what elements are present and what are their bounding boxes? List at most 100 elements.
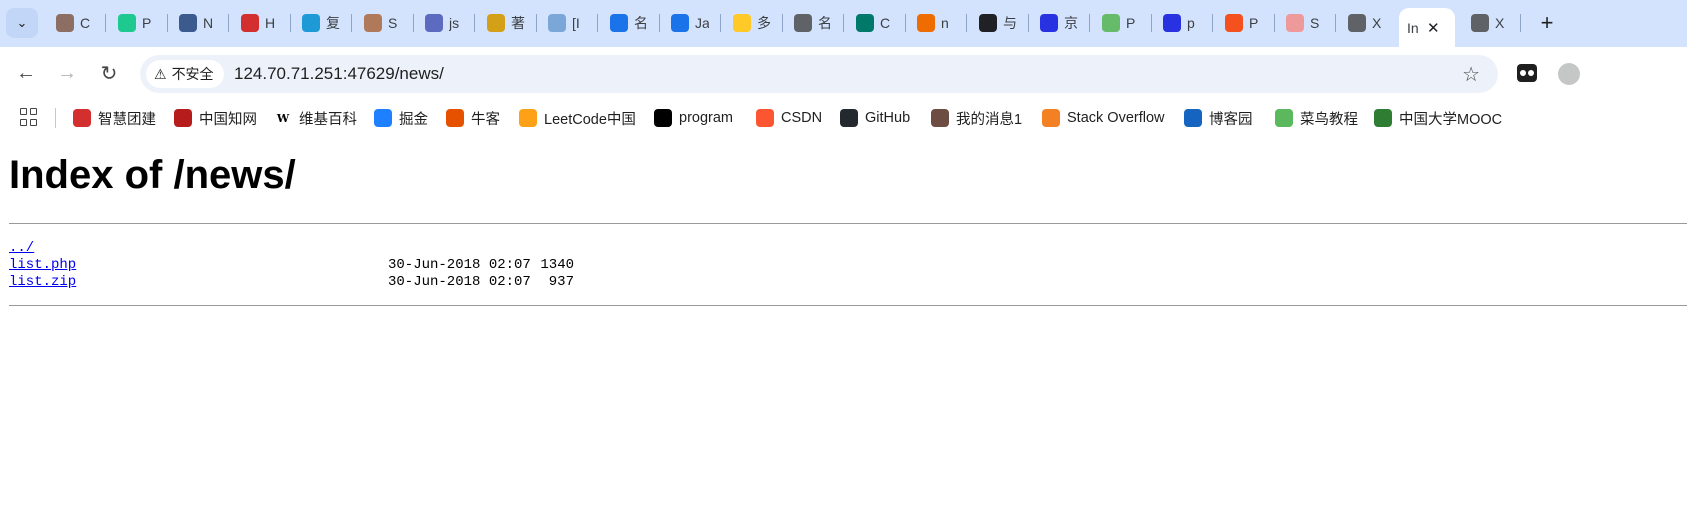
- tab-separator: [474, 14, 475, 32]
- bookmark-label: program: [679, 110, 733, 126]
- browser-tab[interactable]: P: [1217, 8, 1275, 38]
- bookmark-label: 博客园: [1209, 111, 1253, 128]
- profile-avatar[interactable]: [1558, 63, 1580, 85]
- bookmark-item[interactable]: W 维基百科: [274, 106, 357, 130]
- url-text[interactable]: 124.70.71.251:47629/news/: [234, 64, 444, 84]
- browser-tab[interactable]: C: [48, 8, 106, 38]
- bookmark-label: 菜鸟教程: [1300, 111, 1358, 128]
- browser-tab[interactable]: 多: [725, 8, 783, 38]
- tab-title: In: [1407, 19, 1419, 36]
- bookmark-label: 牛客: [471, 111, 500, 128]
- tab-title: C: [80, 15, 91, 31]
- bird-icon: [241, 14, 259, 32]
- browser-tab[interactable]: H: [233, 8, 291, 38]
- csdn-icon: [756, 109, 774, 127]
- browser-tab[interactable]: 与: [971, 8, 1029, 38]
- security-chip[interactable]: ⚠ 不安全: [146, 60, 224, 88]
- browser-toolbar: ← → ↻ ⚠ 不安全 124.70.71.251:47629/news/ ☆: [0, 47, 1687, 101]
- file-size: 1340: [540, 257, 574, 273]
- bookmark-item[interactable]: LeetCode中国: [519, 106, 636, 130]
- tab-separator: [1520, 14, 1521, 32]
- bookmark-item[interactable]: 中国大学MOOC: [1374, 106, 1502, 130]
- browser-tab[interactable]: 复: [294, 8, 352, 38]
- tab-separator: [536, 14, 537, 32]
- bookmark-label: 中国知网: [199, 111, 257, 128]
- browser-tab[interactable]: N: [171, 8, 229, 38]
- browser-tab[interactable]: X: [1463, 8, 1521, 38]
- tab-title: 复: [326, 15, 340, 31]
- tab-title: n: [941, 15, 949, 31]
- bookmark-item[interactable]: 博客园: [1184, 106, 1253, 130]
- trophy-icon: [487, 14, 505, 32]
- bookmark-divider: [55, 108, 56, 128]
- tab-title: 与: [1003, 15, 1017, 31]
- browser-tab[interactable]: 京: [1032, 8, 1090, 38]
- mooc-icon: [1374, 109, 1392, 127]
- paw-icon: [1163, 14, 1181, 32]
- extension-icon[interactable]: [1517, 64, 1537, 82]
- tab-separator: [290, 14, 291, 32]
- file-link[interactable]: list.zip: [9, 274, 76, 290]
- bookmark-item[interactable]: Stack Overflow: [1042, 106, 1165, 130]
- back-arrow-icon[interactable]: ←: [10, 57, 42, 89]
- globe-hand-icon: [548, 14, 566, 32]
- tab-title: P: [1249, 15, 1259, 31]
- slash-square-icon: [733, 14, 751, 32]
- bookmark-star-icon[interactable]: ☆: [1462, 62, 1480, 87]
- browser-tab[interactable]: P: [1094, 8, 1152, 38]
- bookmark-item[interactable]: 中国知网: [174, 106, 257, 130]
- browser-tab[interactable]: C: [848, 8, 906, 38]
- browser-tab[interactable]: js: [417, 8, 475, 38]
- bag-icon: [364, 14, 382, 32]
- tab-separator: [228, 14, 229, 32]
- bookmark-item[interactable]: 牛客: [446, 106, 500, 130]
- eye-circle-icon: [856, 14, 874, 32]
- bookmark-item[interactable]: 菜鸟教程: [1275, 106, 1358, 130]
- bookmark-item[interactable]: program: [654, 106, 733, 130]
- stackoverflow-icon: [1042, 109, 1060, 127]
- globe-icon: [1471, 14, 1489, 32]
- apps-grid-icon[interactable]: [20, 108, 38, 126]
- directory-listing: ../list.php 30-Jun-2018 02:07 1340 list.zip…: [9, 240, 574, 291]
- bookmark-label: 维基百科: [299, 111, 357, 128]
- bookmark-item[interactable]: 我的消息1: [931, 106, 1022, 130]
- browser-tab[interactable]: 名: [786, 8, 844, 38]
- browser-tab[interactable]: S: [356, 8, 414, 38]
- browser-tab[interactable]: 著: [479, 8, 537, 38]
- bookmark-label: 中国大学MOOC: [1399, 111, 1503, 128]
- close-tab-icon[interactable]: ✕: [1427, 19, 1440, 37]
- bookmark-item[interactable]: GitHub: [840, 106, 910, 130]
- address-bar[interactable]: ⚠ 不安全 124.70.71.251:47629/news/ ☆: [140, 55, 1498, 93]
- forward-arrow-icon[interactable]: →: [51, 57, 83, 89]
- code-bubble-icon: [1102, 14, 1120, 32]
- bookmark-label: 智慧团建: [98, 111, 156, 128]
- new-tab-button[interactable]: +: [1533, 9, 1561, 37]
- tab-title: Ja: [695, 15, 709, 31]
- file-link[interactable]: ../: [9, 240, 34, 256]
- bookmark-item[interactable]: CSDN: [756, 106, 822, 130]
- top-divider: [9, 223, 1687, 224]
- browser-tab[interactable]: In ✕: [1399, 8, 1455, 47]
- bookmark-label: GitHub: [865, 110, 911, 126]
- cloud-icon: [1286, 14, 1304, 32]
- browser-tab[interactable]: p: [1155, 8, 1213, 38]
- nowcoder-icon: [446, 109, 464, 127]
- browser-tab[interactable]: X: [1340, 8, 1398, 38]
- browser-tab[interactable]: S: [1278, 8, 1336, 38]
- linkedin-style-icon: [118, 14, 136, 32]
- tab-title: H: [265, 15, 276, 31]
- bookmark-item[interactable]: 智慧团建: [73, 106, 156, 130]
- browser-tab[interactable]: n: [909, 8, 967, 38]
- tab-separator: [413, 14, 414, 32]
- browser-tab[interactable]: P: [110, 8, 168, 38]
- browser-tab[interactable]: [I: [540, 8, 598, 38]
- wikipedia-icon: W: [274, 109, 292, 127]
- reload-icon[interactable]: ↻: [93, 57, 125, 89]
- browser-tab[interactable]: Ja: [663, 8, 721, 38]
- globe-icon: [1348, 14, 1366, 32]
- bookmark-item[interactable]: 掘金: [374, 106, 428, 130]
- tab-search-chevron-icon[interactable]: ⌄: [6, 8, 38, 38]
- browser-tab[interactable]: 名: [602, 8, 660, 38]
- openai-icon: [979, 14, 997, 32]
- file-link[interactable]: list.php: [9, 257, 76, 273]
